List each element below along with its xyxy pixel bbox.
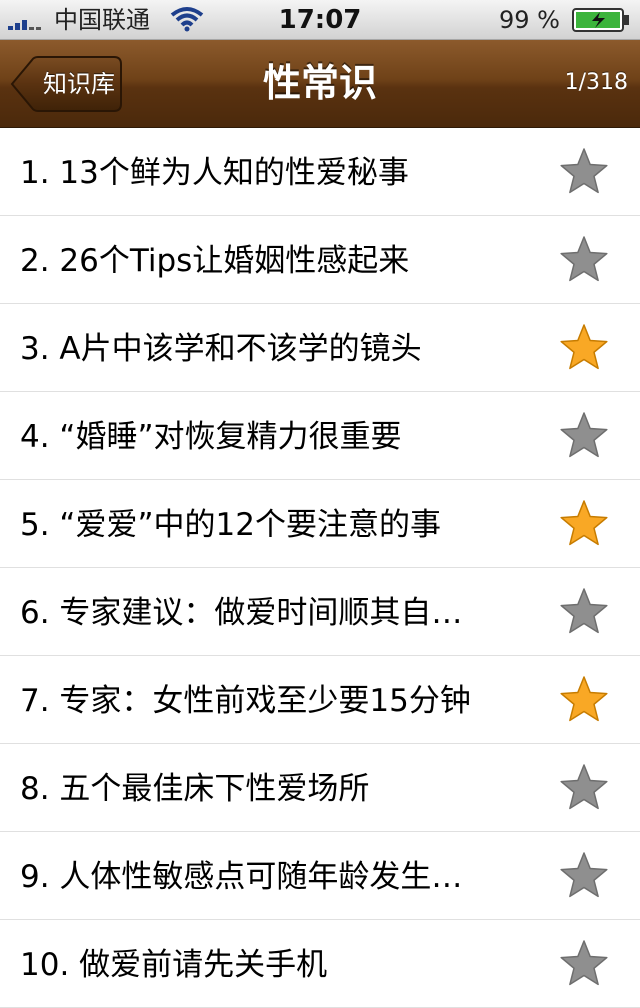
list-item[interactable]: 3. A片中该学和不该学的镜头	[0, 304, 640, 392]
list-item[interactable]: 4. “婚睡”对恢复精力很重要	[0, 392, 640, 480]
list-item[interactable]: 6. 专家建议：做爱时间顺其自…	[0, 568, 640, 656]
back-button[interactable]: 知识库	[10, 56, 122, 112]
list-item[interactable]: 9. 人体性敏感点可随年龄发生…	[0, 832, 640, 920]
favorite-star-icon[interactable]	[558, 234, 610, 286]
favorite-star-icon[interactable]	[558, 322, 610, 374]
wifi-icon	[170, 7, 204, 32]
article-title: 10. 做爱前请先关手机	[20, 947, 328, 983]
favorite-star-icon[interactable]	[558, 938, 610, 990]
favorite-star-icon[interactable]	[558, 674, 610, 726]
article-title: 7. 专家：女性前戏至少要15分钟	[20, 683, 471, 719]
list-item[interactable]: 7. 专家：女性前戏至少要15分钟	[0, 656, 640, 744]
article-list: 1. 13个鲜为人知的性爱秘事 2. 26个Tips让婚姻性感起来 3. A片中…	[0, 128, 640, 1008]
article-title: 3. A片中该学和不该学的镜头	[20, 331, 422, 367]
favorite-star-icon[interactable]	[558, 410, 610, 462]
list-item[interactable]: 5. “爱爱”中的12个要注意的事	[0, 480, 640, 568]
battery-charging-icon	[572, 8, 629, 32]
article-title: 9. 人体性敏感点可随年龄发生…	[20, 859, 463, 895]
favorite-star-icon[interactable]	[558, 762, 610, 814]
list-item[interactable]: 8. 五个最佳床下性爱场所	[0, 744, 640, 832]
back-button-label: 知识库	[43, 70, 115, 98]
article-title: 5. “爱爱”中的12个要注意的事	[20, 507, 441, 543]
navigation-bar: 知识库 性常识 1/318	[0, 40, 640, 128]
article-title: 8. 五个最佳床下性爱场所	[20, 771, 370, 807]
favorite-star-icon[interactable]	[558, 586, 610, 638]
article-title: 4. “婚睡”对恢复精力很重要	[20, 419, 402, 455]
favorite-star-icon[interactable]	[558, 498, 610, 550]
article-title: 6. 专家建议：做爱时间顺其自…	[20, 595, 463, 631]
battery-percentage: 99 %	[499, 6, 560, 34]
page-counter: 1/318	[564, 70, 628, 95]
article-title: 2. 26个Tips让婚姻性感起来	[20, 243, 410, 279]
status-bar: 中国联通 17:07 99 %	[0, 0, 640, 40]
list-item[interactable]: 2. 26个Tips让婚姻性感起来	[0, 216, 640, 304]
list-item[interactable]: 10. 做爱前请先关手机	[0, 920, 640, 1008]
carrier-name: 中国联通	[54, 6, 150, 34]
favorite-star-icon[interactable]	[558, 850, 610, 902]
signal-strength-icon	[8, 16, 41, 30]
favorite-star-icon[interactable]	[558, 146, 610, 198]
list-item[interactable]: 1. 13个鲜为人知的性爱秘事	[0, 128, 640, 216]
article-title: 1. 13个鲜为人知的性爱秘事	[20, 155, 409, 191]
